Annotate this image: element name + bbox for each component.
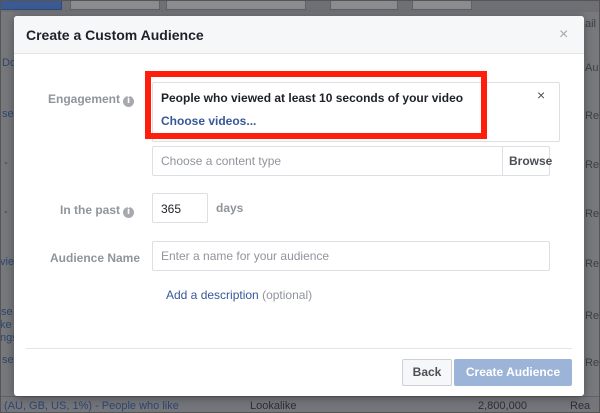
- background-filters-button: [70, 0, 160, 10]
- in-the-past-label-text: In the past: [60, 203, 121, 217]
- background-row-status: Rea: [585, 357, 600, 369]
- background-row-status: Rea: [585, 110, 600, 122]
- background-row-text: ngs: [0, 332, 14, 344]
- background-audience-type: Lookalike: [250, 400, 297, 412]
- description-optional-text: (optional): [262, 288, 313, 302]
- close-icon[interactable]: ×: [559, 27, 568, 43]
- background-row-text: se: [1, 306, 13, 318]
- remove-engagement-icon[interactable]: ×: [537, 87, 545, 103]
- add-description-link[interactable]: Add a description: [166, 288, 259, 302]
- browse-button[interactable]: Browse: [509, 154, 552, 168]
- audience-name-label: Audience Name: [50, 251, 140, 265]
- info-icon[interactable]: i: [123, 207, 135, 218]
- background-row-status: Rea: [585, 159, 600, 171]
- back-button[interactable]: Back: [402, 359, 452, 386]
- days-input[interactable]: 365: [152, 193, 208, 223]
- choose-videos-link[interactable]: Choose videos...: [161, 114, 256, 128]
- background-row-status: Rea: [585, 208, 600, 220]
- background-share-button: [330, 0, 398, 10]
- audience-name-input[interactable]: Enter a name for your audience: [152, 241, 550, 271]
- audience-name-placeholder: Enter a name for your audience: [161, 249, 330, 263]
- content-type-divider: [502, 147, 503, 175]
- create-custom-audience-dialog: Create a Custom Audience × Engagement i P…: [14, 16, 584, 396]
- engagement-label-text: Engagement: [48, 92, 121, 106]
- background-bottom-row: (AU, GB, US, 1%) - People who like Looka…: [0, 396, 600, 413]
- background-row-text: ke: [0, 319, 12, 331]
- background-audience-name: (AU, GB, US, 1%) - People who like: [4, 400, 179, 412]
- engagement-type-title: People who viewed at least 10 seconds of…: [161, 91, 464, 105]
- background-row-status: Rea: [585, 310, 600, 322]
- dialog-header: Create a Custom Audience ×: [14, 16, 584, 54]
- create-audience-button[interactable]: Create Audience: [454, 359, 572, 386]
- background-row-status: Aud: [585, 62, 600, 74]
- engagement-label: Engagement i: [48, 92, 135, 107]
- background-row-status: Rea: [585, 258, 600, 270]
- in-the-past-label: In the past i: [60, 203, 135, 218]
- background-audience-size: 2,800,000: [478, 400, 527, 412]
- audience-name-label-text: Audience Name: [50, 251, 141, 265]
- background-toolbar: [0, 0, 600, 12]
- content-type-placeholder: Choose a content type: [161, 154, 282, 168]
- dialog-title: Create a Custom Audience: [26, 27, 204, 43]
- background-customize-columns-button: [166, 0, 306, 10]
- background-create-button: [0, 0, 62, 10]
- engagement-selection: People who viewed at least 10 seconds of…: [152, 82, 560, 142]
- info-icon[interactable]: i: [123, 96, 135, 107]
- days-suffix: days: [216, 201, 244, 215]
- footer-divider: [26, 348, 572, 349]
- description-row: Add a description (optional): [166, 288, 312, 302]
- background-actions-button: [412, 0, 472, 10]
- background-row-text: vie: [0, 256, 14, 268]
- content-type-field[interactable]: Choose a content type Browse: [152, 146, 552, 176]
- background-column-header: ail: [585, 18, 597, 30]
- background-audience-status: Rea: [570, 400, 591, 412]
